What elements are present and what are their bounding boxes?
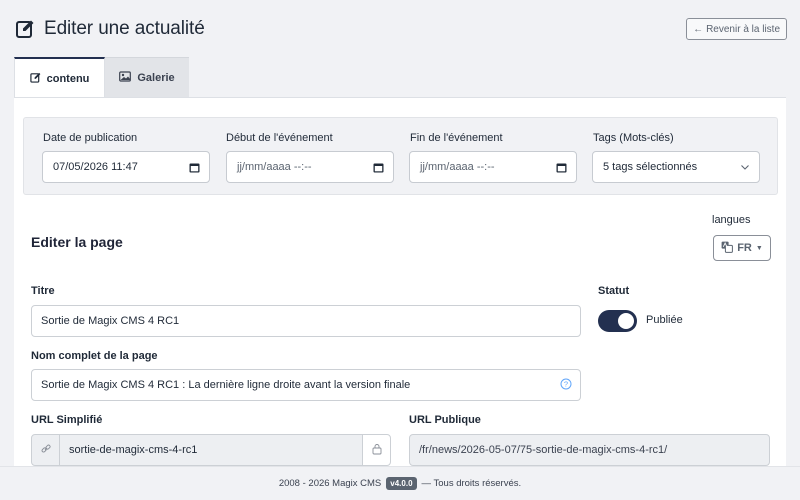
url-simplified-value: sortie-de-magix-cms-4-rc1	[69, 444, 198, 456]
url-public-input[interactable]: /fr/news/2026-05-07/75-sortie-de-magix-c…	[409, 434, 770, 466]
edit-icon	[29, 72, 41, 86]
footer-copyright: 2008 - 2026 Magix CMS	[278, 478, 382, 489]
section-title: Editer la page	[31, 234, 123, 250]
event-start-value: jj/mm/aaaa --:--	[237, 161, 312, 173]
title-input[interactable]: Sortie de Magix CMS 4 RC1	[31, 305, 581, 337]
event-end-input[interactable]: jj/mm/aaaa --:--	[409, 151, 577, 183]
tab-galerie[interactable]: Galerie	[105, 57, 189, 98]
publication-date-input[interactable]: 07/05/2026 11:47	[42, 151, 210, 183]
tab-galerie-label: Galerie	[137, 72, 175, 84]
tab-bar: contenu Galerie	[14, 57, 189, 98]
full-name-input[interactable]: Sortie de Magix CMS 4 RC1 : La dernière …	[31, 369, 553, 401]
calendar-icon[interactable]	[189, 162, 200, 173]
help-button[interactable]: ?	[552, 369, 581, 401]
back-to-list-label: Revenir à la liste	[706, 23, 780, 35]
image-icon	[119, 71, 132, 85]
translate-icon	[721, 241, 734, 256]
language-dropdown[interactable]: FR ▼	[713, 235, 771, 261]
svg-text:?: ?	[564, 379, 568, 388]
status-label: Statut	[598, 285, 630, 297]
status-value: Publiée	[646, 314, 683, 326]
title-label: Titre	[31, 285, 55, 297]
meta-panel: Date de publication 07/05/2026 11:47 Déb…	[23, 117, 778, 195]
event-start-input[interactable]: jj/mm/aaaa --:--	[226, 151, 394, 183]
tags-value: 5 tags sélectionnés	[603, 161, 698, 173]
back-to-list-button[interactable]: ← Revenir à la liste	[686, 18, 787, 40]
footer: 2008 - 2026 Magix CMS v4.0.0 — Tous droi…	[0, 466, 800, 500]
arrow-left-icon: ←	[693, 23, 704, 35]
lock-toggle-button[interactable]	[362, 434, 391, 466]
page-header: Editer une actualité ← Revenir à la list…	[0, 0, 800, 58]
page-title-group: Editer une actualité	[15, 18, 205, 40]
version-badge: v4.0.0	[386, 477, 417, 490]
status-toggle[interactable]	[598, 310, 637, 332]
tab-contenu[interactable]: contenu	[14, 57, 105, 98]
language-value: FR	[737, 242, 752, 254]
help-circle-icon: ?	[560, 378, 572, 393]
tags-select[interactable]: 5 tags sélectionnés	[592, 151, 760, 183]
url-simplified-label: URL Simplifié	[31, 414, 103, 426]
edit-icon	[15, 19, 35, 39]
page-title: Editer une actualité	[44, 18, 205, 39]
full-name-label: Nom complet de la page	[31, 350, 158, 362]
tab-contenu-label: contenu	[46, 72, 90, 85]
event-end-value: jj/mm/aaaa --:--	[420, 161, 495, 173]
publication-date-label: Date de publication	[43, 132, 138, 144]
content-card: Date de publication 07/05/2026 11:47 Déb…	[14, 97, 786, 467]
publication-date-value: 07/05/2026 11:47	[53, 161, 138, 173]
chevron-down-icon	[740, 162, 750, 172]
link-icon	[41, 443, 51, 457]
calendar-icon[interactable]	[556, 162, 567, 173]
footer-rights: — Tous droits réservés.	[421, 478, 522, 489]
url-public-label: URL Publique	[409, 414, 481, 426]
event-start-label: Début de l'événement	[226, 132, 333, 144]
event-end-label: Fin de l'événement	[410, 132, 503, 144]
toggle-knob	[618, 313, 634, 329]
title-value: Sortie de Magix CMS 4 RC1	[41, 315, 180, 327]
full-name-value: Sortie de Magix CMS 4 RC1 : La dernière …	[41, 379, 411, 391]
url-simplified-input[interactable]: sortie-de-magix-cms-4-rc1	[59, 434, 363, 466]
caret-down-icon: ▼	[755, 244, 763, 252]
tags-label: Tags (Mots-clés)	[593, 132, 674, 144]
languages-label: langues	[712, 214, 751, 226]
calendar-icon[interactable]	[373, 162, 384, 173]
link-addon	[31, 434, 60, 466]
url-public-value: /fr/news/2026-05-07/75-sortie-de-magix-c…	[419, 444, 668, 456]
lock-icon	[372, 443, 382, 458]
